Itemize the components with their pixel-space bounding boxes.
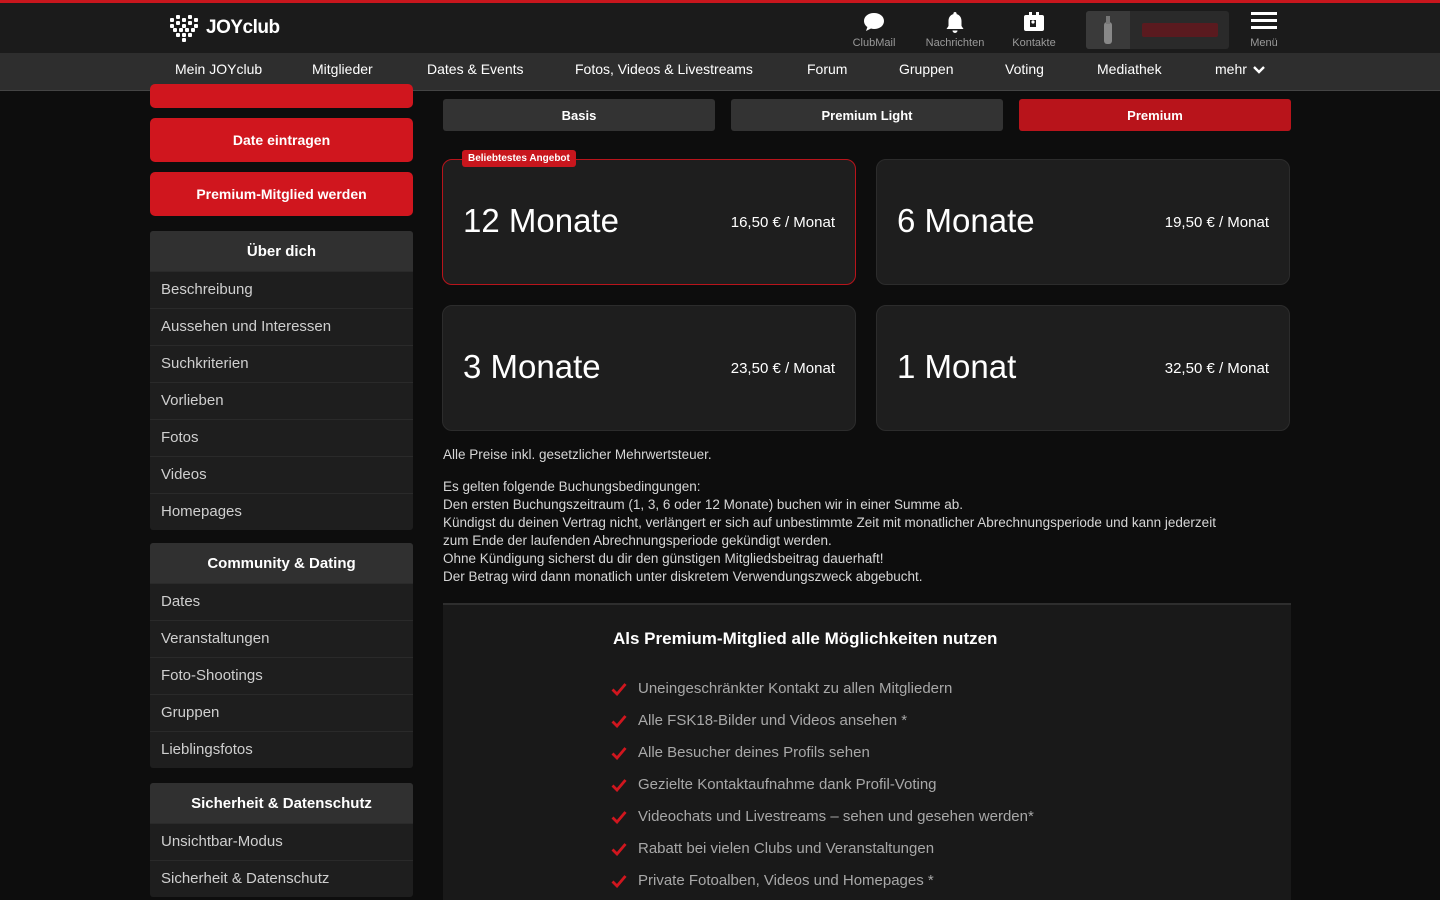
plan-title: 6 Monate — [897, 202, 1035, 239]
contacts-label: Kontakte — [1012, 37, 1056, 49]
sidebar-item-foto-shootings[interactable]: Foto-Shootings — [150, 657, 413, 694]
clubmail-button[interactable]: ClubMail — [836, 9, 912, 53]
benefit-item: Gezielte Kontaktaufnahme dank Profil-Vot… — [611, 776, 937, 793]
clubmail-label: ClubMail — [852, 37, 896, 49]
plan-title: 12 Monate — [463, 202, 619, 239]
profile-name-redacted — [1142, 23, 1218, 37]
premium-member-button[interactable]: Premium-Mitglied werden — [150, 172, 413, 216]
sidebar-item-dates[interactable]: Dates — [150, 583, 413, 620]
logo-text: JOYclub — [206, 17, 280, 38]
benefit-label: Gezielte Kontaktaufnahme dank Profil-Vot… — [638, 776, 937, 793]
benefit-item: Rabatt bei vielen Clubs und Veranstaltun… — [611, 840, 934, 857]
plan-title: 3 Monate — [463, 348, 601, 385]
nav-forum[interactable]: Forum — [807, 53, 847, 91]
conditions-line: Es gelten folgende Buchungsbedingungen: — [443, 479, 701, 494]
nav-gruppen[interactable]: Gruppen — [899, 53, 953, 91]
check-icon — [611, 874, 627, 888]
section-title: Community & Dating — [150, 543, 413, 583]
benefit-label: Private Fotoalben, Videos und Homepages … — [638, 872, 934, 889]
sidebar-item-veranstaltungen[interactable]: Veranstaltungen — [150, 620, 413, 657]
contacts-button[interactable]: Kontakte — [996, 9, 1072, 53]
benefit-label: Alle FSK18-Bilder und Videos ansehen * — [638, 712, 908, 729]
menu-button[interactable]: Menü — [1226, 9, 1302, 53]
section-title: Sicherheit & Datenschutz — [150, 783, 413, 823]
check-icon — [611, 810, 627, 824]
hamburger-icon — [1251, 12, 1277, 29]
tab-premium[interactable]: Premium — [1019, 99, 1291, 131]
check-icon — [611, 714, 627, 728]
nav-mediathek[interactable]: Mediathek — [1097, 53, 1162, 91]
benefit-label: Videochats und Livestreams – sehen und g… — [638, 808, 1034, 825]
date-eintragen-button[interactable]: Date eintragen — [150, 118, 413, 162]
notifications-label: Nachrichten — [925, 37, 985, 49]
top-bar: JOYclub ClubMail Nachrichten Kontakte Me… — [0, 0, 1440, 53]
plan-6-monate[interactable]: 6 Monate 19,50 € / Monat — [876, 159, 1290, 285]
benefit-item: Private Fotoalben, Videos und Homepages … — [611, 872, 934, 889]
benefit-label: Uneingeschränkter Kontakt zu allen Mitgl… — [638, 680, 953, 697]
sidebar-item-unsichtbar[interactable]: Unsichtbar-Modus — [150, 823, 413, 860]
tab-basis[interactable]: Basis — [443, 99, 715, 131]
conditions-line: Ohne Kündigung sicherst du dir den günst… — [443, 551, 884, 566]
nav-mehr-label: mehr — [1215, 61, 1247, 77]
sidebar-item-vorlieben[interactable]: Vorlieben — [150, 382, 413, 419]
plan-3-monate[interactable]: 3 Monate 23,50 € / Monat — [442, 305, 856, 431]
check-icon — [611, 778, 627, 792]
benefit-item: Videochats und Livestreams – sehen und g… — [611, 808, 1034, 825]
plan-12-monate[interactable]: 12 Monate 16,50 € / Monat — [442, 159, 856, 285]
contacts-icon — [1024, 12, 1044, 31]
conditions-line: Der Betrag wird dann monatlich unter dis… — [443, 569, 923, 584]
sidebar-partial-button[interactable] — [150, 84, 413, 108]
sidebar-item-gruppen[interactable]: Gruppen — [150, 694, 413, 731]
chat-icon — [864, 13, 884, 31]
check-icon — [611, 842, 627, 856]
chevron-down-icon — [1252, 66, 1265, 74]
sidebar-item-fotos[interactable]: Fotos — [150, 419, 413, 456]
joyclub-logo[interactable]: JOYclub — [168, 15, 280, 42]
notifications-button[interactable]: Nachrichten — [917, 9, 993, 53]
plan-price: 16,50 € / Monat — [730, 214, 835, 231]
avatar — [1086, 11, 1130, 49]
check-icon — [611, 746, 627, 760]
plan-price: 32,50 € / Monat — [1164, 360, 1269, 377]
check-icon — [611, 682, 627, 696]
sidebar-item-datenschutz[interactable]: Sicherheit & Datenschutz — [150, 860, 413, 897]
benefit-item: Alle Besucher deines Profils sehen — [611, 744, 870, 761]
conditions-line: Kündigst du deinen Vertrag nicht, verlän… — [443, 515, 1216, 530]
section-title: Über dich — [150, 231, 413, 271]
bell-icon — [946, 12, 964, 33]
menu-label: Menü — [1250, 37, 1278, 49]
nav-dates-events[interactable]: Dates & Events — [427, 53, 524, 91]
sidebar-item-suchkriterien[interactable]: Suchkriterien — [150, 345, 413, 382]
nav-mehr[interactable]: mehr — [1215, 53, 1265, 91]
sidebar-item-aussehen[interactable]: Aussehen und Interessen — [150, 308, 413, 345]
sidebar-item-homepages[interactable]: Homepages — [150, 493, 413, 530]
conditions-line: zum Ende der laufenden Abrechnungsperiod… — [443, 533, 832, 548]
tax-note: Alle Preise inkl. gesetzlicher Mehrwerts… — [443, 447, 712, 462]
benefit-label: Rabatt bei vielen Clubs und Veranstaltun… — [638, 840, 935, 857]
sidebar-section-community: Community & Dating Dates Veranstaltungen… — [150, 543, 413, 768]
booking-conditions: Es gelten folgende Buchungsbedingungen: … — [443, 478, 1216, 586]
sidebar-item-beschreibung[interactable]: Beschreibung — [150, 271, 413, 308]
premium-benefits: Als Premium-Mitglied alle Möglichkeiten … — [443, 603, 1291, 900]
plan-price: 19,50 € / Monat — [1164, 214, 1269, 231]
sidebar-section-sicherheit: Sicherheit & Datenschutz Unsichtbar-Modu… — [150, 783, 413, 897]
benefits-title: Als Premium-Mitglied alle Möglichkeiten … — [613, 629, 998, 648]
tab-premium-light[interactable]: Premium Light — [731, 99, 1003, 131]
sidebar-section-ueber-dich: Über dich Beschreibung Aussehen und Inte… — [150, 231, 413, 530]
benefit-item: Alle FSK18-Bilder und Videos ansehen * — [611, 712, 907, 729]
plan-title: 1 Monat — [897, 348, 1017, 385]
benefit-item: Uneingeschränkter Kontakt zu allen Mitgl… — [611, 680, 952, 697]
plan-1-monat[interactable]: 1 Monat 32,50 € / Monat — [876, 305, 1290, 431]
nav-fotos-videos[interactable]: Fotos, Videos & Livestreams — [575, 53, 753, 91]
plan-price: 23,50 € / Monat — [730, 360, 835, 377]
sidebar-item-lieblingsfotos[interactable]: Lieblingsfotos — [150, 731, 413, 768]
sidebar-item-videos[interactable]: Videos — [150, 456, 413, 493]
popular-badge: Beliebtestes Angebot — [462, 150, 576, 167]
heart-logo-icon — [168, 15, 200, 42]
nav-voting[interactable]: Voting — [1005, 53, 1044, 91]
benefit-label: Alle Besucher deines Profils sehen — [638, 744, 870, 761]
profile-menu[interactable] — [1086, 11, 1229, 49]
conditions-line: Den ersten Buchungszeitraum (1, 3, 6 ode… — [443, 497, 964, 512]
